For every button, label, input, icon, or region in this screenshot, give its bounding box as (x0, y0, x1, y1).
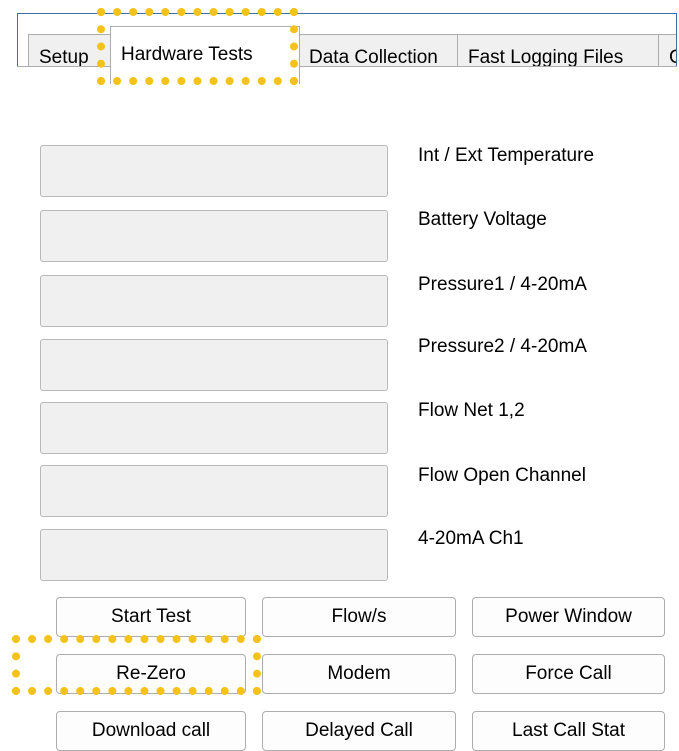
label-battery-voltage: Battery Voltage (418, 209, 547, 230)
readout-battery-voltage (40, 210, 388, 262)
modem-button[interactable]: Modem (262, 654, 456, 694)
tab-hardware-tests[interactable]: Hardware Tests (110, 26, 300, 84)
readout-flow-net (40, 402, 388, 454)
delayed-call-button[interactable]: Delayed Call (262, 711, 456, 751)
flow-s-button[interactable]: Flow/s (262, 597, 456, 637)
readout-flow-open-channel (40, 465, 388, 517)
label-pressure1: Pressure1 / 4-20mA (418, 274, 587, 295)
last-call-stat-button[interactable]: Last Call Stat (472, 711, 665, 751)
readout-4-20ma-ch1 (40, 529, 388, 581)
label-flow-open-channel: Flow Open Channel (418, 465, 586, 486)
readout-pressure1 (40, 275, 388, 327)
label-temperature: Int / Ext Temperature (418, 145, 595, 166)
label-flow-net: Flow Net 1,2 (418, 400, 525, 421)
re-zero-button[interactable]: Re-Zero (56, 654, 246, 694)
start-test-button[interactable]: Start Test (56, 597, 246, 637)
force-call-button[interactable]: Force Call (472, 654, 665, 694)
power-window-button[interactable]: Power Window (472, 597, 665, 637)
label-4-20ma-ch1: 4-20mA Ch1 (418, 528, 524, 549)
download-call-button[interactable]: Download call (56, 711, 246, 751)
label-pressure2: Pressure2 / 4-20mA (418, 336, 587, 357)
readout-pressure2 (40, 339, 388, 391)
hardware-tests-page: Int / Ext Temperature Battery Voltage Pr… (17, 66, 677, 751)
readout-temperature (40, 145, 388, 197)
